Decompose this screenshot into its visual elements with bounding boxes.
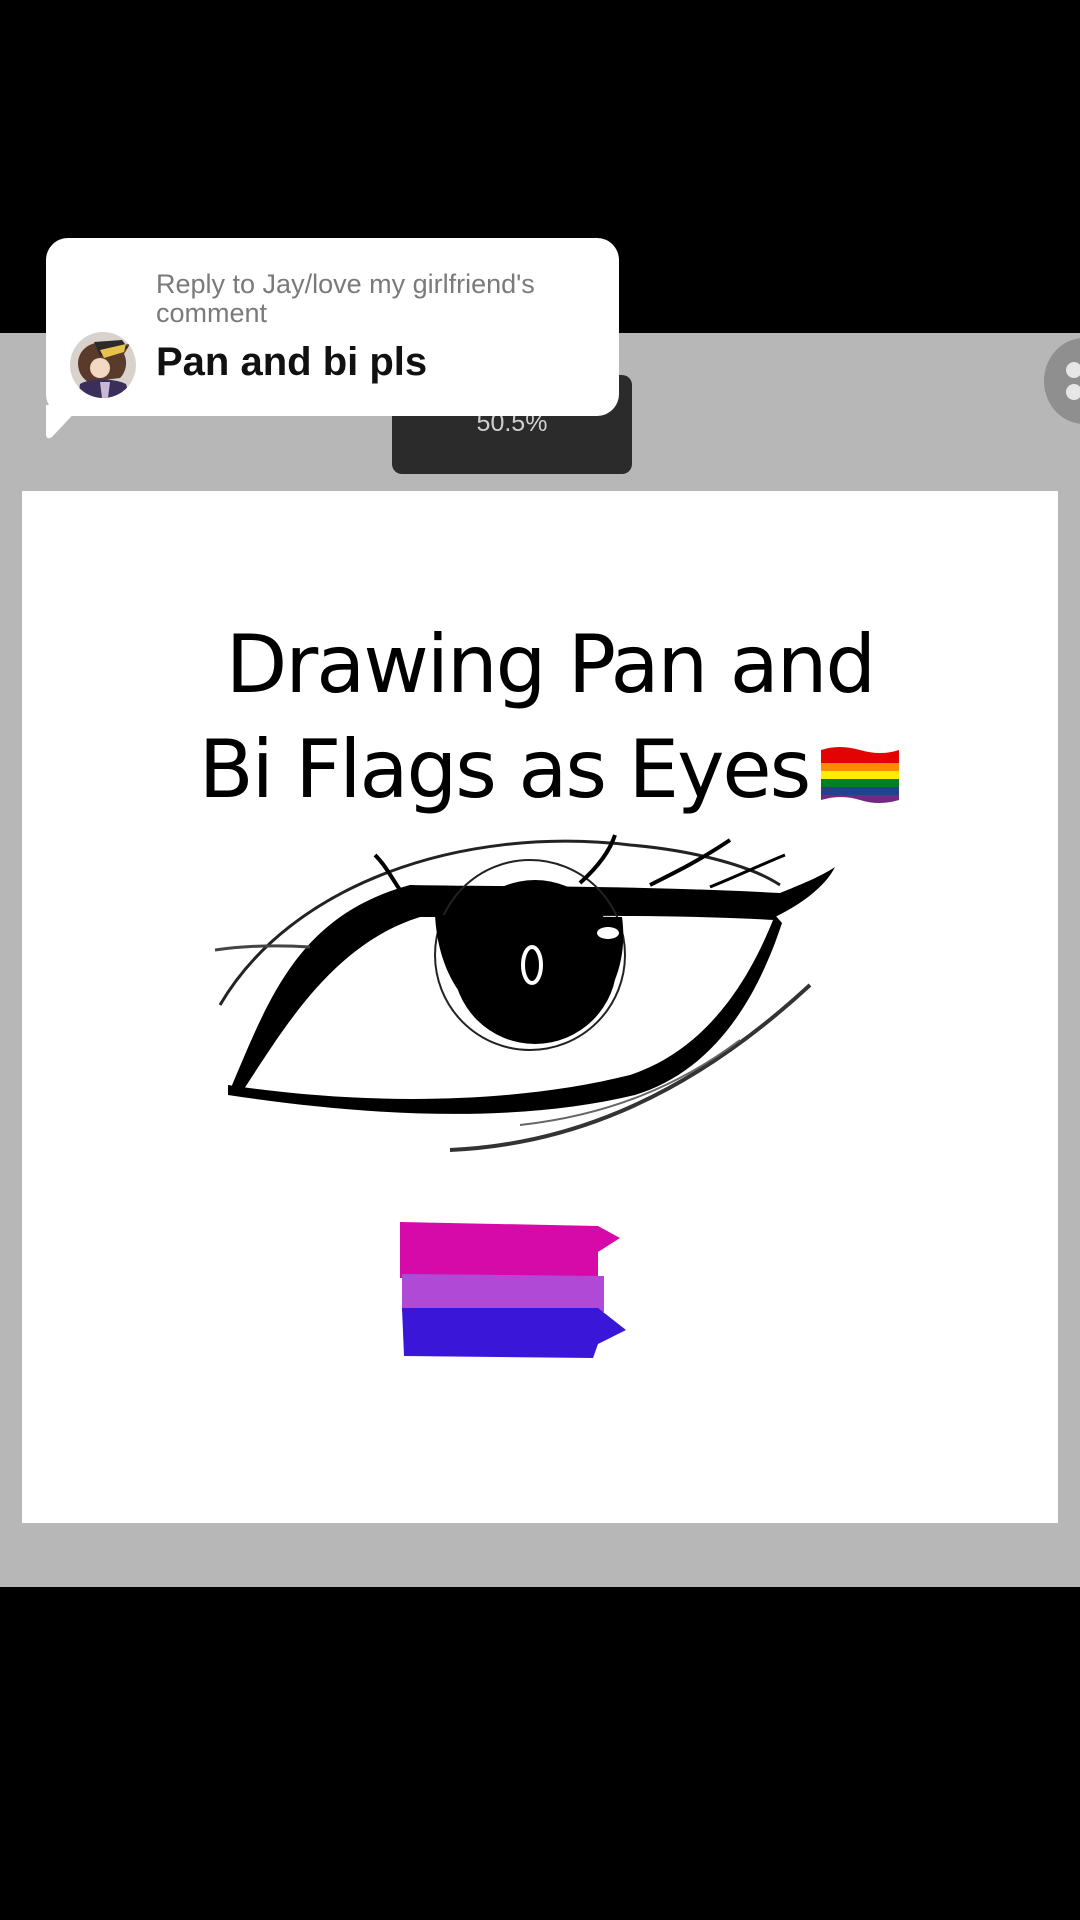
bi-flag-blue-stripe	[402, 1308, 626, 1358]
title-line-2: Bi Flags as Eyes	[50, 717, 1050, 822]
avatar-icon	[70, 332, 136, 398]
bi-flag-drawing	[400, 1222, 626, 1358]
rainbow-flag-icon	[821, 747, 900, 804]
video-overlay-title: Drawing Pan and Bi Flags as Eyes	[50, 612, 1050, 822]
bubble-tail	[46, 405, 82, 439]
reply-comment-text: Pan and bi pls	[156, 340, 428, 384]
title-line-1: Drawing Pan and	[225, 618, 876, 711]
bi-flag-pink-stripe	[400, 1222, 620, 1278]
bi-flag-purple-stripe	[402, 1274, 604, 1312]
commenter-avatar[interactable]	[70, 332, 136, 398]
title-line-2-text: Bi Flags as Eyes	[198, 723, 812, 816]
menu-dot-icon	[1066, 384, 1080, 400]
eye-drawing	[214, 834, 835, 1152]
reply-header: Reply to Jay/love my girlfriend's commen…	[156, 269, 535, 328]
menu-dot-icon	[1066, 362, 1080, 378]
